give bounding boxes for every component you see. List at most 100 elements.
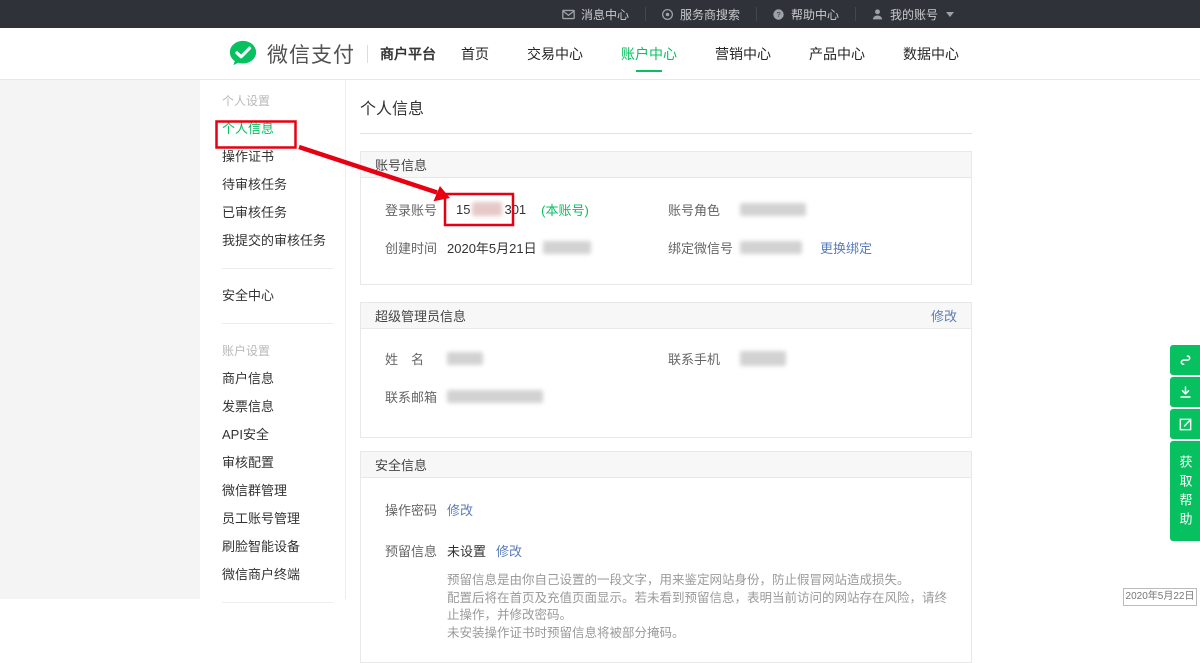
brand[interactable]: 微信支付 商户平台 [228, 28, 436, 80]
sidebar: 个人设置 个人信息 操作证书 待审核任务 已审核任务 我提交的审核任务 安全中心… [200, 80, 346, 599]
brand-portal-label: 商户平台 [380, 44, 436, 64]
topbar-provider-search[interactable]: 服务商搜索 [645, 0, 756, 28]
user-icon [871, 8, 884, 21]
masked-login-digits [472, 202, 502, 216]
note-line: 未安装操作证书时预留信息将被部分掩码。 [447, 625, 957, 643]
brand-name: 微信支付 [267, 39, 355, 69]
sidebar-item-security-center[interactable]: 安全中心 [222, 282, 345, 310]
sidebar-item-operation-certificate[interactable]: 操作证书 [222, 143, 345, 171]
title-divider [360, 133, 972, 134]
reserved-info-label: 预留信息 [385, 541, 447, 560]
masked-admin-phone [740, 351, 786, 366]
login-account-value: 15 301 (本账号) [447, 197, 589, 222]
admin-modify-link[interactable]: 修改 [931, 306, 957, 325]
nav-item-transaction-center[interactable]: 交易中心 [508, 28, 602, 80]
sidebar-item-my-submitted-tasks[interactable]: 我提交的审核任务 [222, 227, 345, 255]
topbar-help-center[interactable]: ? 帮助中心 [756, 0, 855, 28]
floating-action-bar: 获取帮助 [1170, 345, 1200, 541]
admin-name-row: 姓 名 [385, 343, 668, 373]
wechat-pay-logo-icon [228, 39, 258, 69]
admin-name-label: 姓 名 [385, 349, 447, 368]
security-info-card-header: 安全信息 [361, 452, 971, 478]
sidebar-item-face-devices[interactable]: 刷脸智能设备 [222, 533, 345, 561]
brand-divider [367, 45, 368, 63]
bound-wechat-row: 绑定微信号 更换绑定 [668, 232, 957, 262]
svg-text:?: ? [776, 9, 780, 18]
masked-wechat-id [740, 241, 802, 254]
reserved-info-value: 未设置 [447, 541, 486, 560]
target-icon [661, 8, 674, 21]
login-account-row: 登录账号 15 301 (本账号) [385, 194, 668, 224]
security-info-card-body: 操作密码 修改 预留信息 未设置 修改 预留信息是由你自己设置的一段文字，用来鉴… [361, 478, 971, 662]
sidebar-item-personal-info[interactable]: 个人信息 [222, 115, 345, 143]
nav-item-account-center[interactable]: 账户中心 [602, 28, 696, 80]
nav-item-marketing-center[interactable]: 营销中心 [696, 28, 790, 80]
edit-icon [1178, 417, 1193, 432]
admin-phone-label: 联系手机 [668, 349, 740, 368]
account-info-card: 账号信息 登录账号 15 301 (本账号) 账号角色 [360, 151, 972, 285]
nav-item-home[interactable]: 首页 [442, 28, 508, 80]
topbar-item-label: 帮助中心 [791, 6, 839, 23]
account-info-card-body: 登录账号 15 301 (本账号) 账号角色 创建时间 [361, 178, 971, 284]
sidebar-item-wechat-group-mgmt[interactable]: 微信群管理 [222, 477, 345, 505]
sidebar-divider [222, 268, 333, 269]
super-admin-card-header: 超级管理员信息 修改 [361, 303, 971, 329]
sidebar-item-merchant-terminal[interactable]: 微信商户终端 [222, 561, 345, 589]
sidebar-item-review-config[interactable]: 审核配置 [222, 449, 345, 477]
super-admin-card: 超级管理员信息 修改 姓 名 联系手机 联系邮箱 [360, 302, 972, 438]
topbar-message-center[interactable]: 消息中心 [546, 0, 645, 28]
security-info-card: 安全信息 操作密码 修改 预留信息 未设置 修改 预留信息是由你自己设置的一段文… [360, 451, 972, 663]
reserved-info-notes: 预留信息是由你自己设置的一段文字，用来鉴定网站身份，防止假冒网站造成损失。 配置… [447, 572, 957, 642]
admin-email-row: 联系邮箱 [385, 381, 668, 411]
sidebar-group-personal-settings: 个人设置 [222, 87, 345, 115]
sidebar-item-invoice-info[interactable]: 发票信息 [222, 393, 345, 421]
nav-item-data-center[interactable]: 数据中心 [884, 28, 978, 80]
sidebar-item-merchant-info[interactable]: 商户信息 [222, 365, 345, 393]
topbar-my-account[interactable]: 我的账号 [855, 0, 970, 28]
sidebar-item-staff-account-mgmt[interactable]: 员工账号管理 [222, 505, 345, 533]
topbar-item-label: 消息中心 [581, 6, 629, 23]
sidebar-item-api-security[interactable]: API安全 [222, 421, 345, 449]
created-time-row: 创建时间 2020年5月21日 [385, 232, 668, 262]
account-role-label: 账号角色 [668, 200, 740, 219]
site-header: 微信支付 商户平台 首页 交易中心 账户中心 营销中心 产品中心 数据中心 [0, 28, 1200, 80]
sidebar-group-account-settings: 账户设置 [222, 337, 345, 365]
bound-wechat-label: 绑定微信号 [668, 238, 740, 257]
download-button[interactable] [1170, 377, 1200, 407]
note-line: 配置后将在首页及充值页面显示。若未看到预留信息，表明当前访问的网站存在风险，请终… [447, 590, 957, 625]
password-modify-link[interactable]: 修改 [447, 500, 473, 519]
card-title: 安全信息 [375, 455, 427, 474]
nav-item-product-center[interactable]: 产品中心 [790, 28, 884, 80]
sidebar-item-pending-review-tasks[interactable]: 待审核任务 [222, 171, 345, 199]
top-utility-bar: 消息中心 服务商搜索 ? 帮助中心 我的账号 [0, 0, 1200, 28]
account-info-card-header: 账号信息 [361, 152, 971, 178]
current-account-tag: (本账号) [541, 200, 589, 219]
admin-email-label: 联系邮箱 [385, 387, 447, 406]
sidebar-divider [222, 602, 333, 603]
link-icon [1178, 353, 1193, 368]
reserved-modify-link[interactable]: 修改 [496, 541, 522, 560]
card-title: 账号信息 [375, 155, 427, 174]
card-title: 超级管理员信息 [375, 306, 466, 325]
main-content: 个人信息 账号信息 登录账号 15 301 (本账号) [360, 80, 972, 663]
login-account-number: 15 301 [447, 197, 535, 222]
chevron-down-icon [946, 12, 954, 17]
sidebar-item-reviewed-tasks[interactable]: 已审核任务 [222, 199, 345, 227]
masked-account-role [740, 203, 806, 216]
operation-password-row: 操作密码 修改 [385, 500, 957, 519]
login-account-label: 登录账号 [385, 200, 447, 219]
main-nav: 首页 交易中心 账户中心 营销中心 产品中心 数据中心 [442, 28, 978, 80]
created-time-label: 创建时间 [385, 238, 447, 257]
account-role-row: 账号角色 [668, 194, 957, 224]
help-icon: ? [772, 8, 785, 21]
masked-created-time [543, 241, 591, 254]
quick-link-button[interactable] [1170, 345, 1200, 375]
note-line: 预留信息是由你自己设置的一段文字，用来鉴定网站身份，防止假冒网站造成损失。 [447, 572, 957, 590]
change-binding-link[interactable]: 更换绑定 [820, 238, 872, 257]
admin-phone-row: 联系手机 [668, 343, 957, 373]
feedback-button[interactable] [1170, 409, 1200, 439]
super-admin-card-body: 姓 名 联系手机 联系邮箱 [361, 329, 971, 437]
get-help-button[interactable]: 获取帮助 [1170, 441, 1200, 541]
reserved-info-row: 预留信息 未设置 修改 [385, 541, 957, 560]
left-gutter [0, 80, 200, 599]
